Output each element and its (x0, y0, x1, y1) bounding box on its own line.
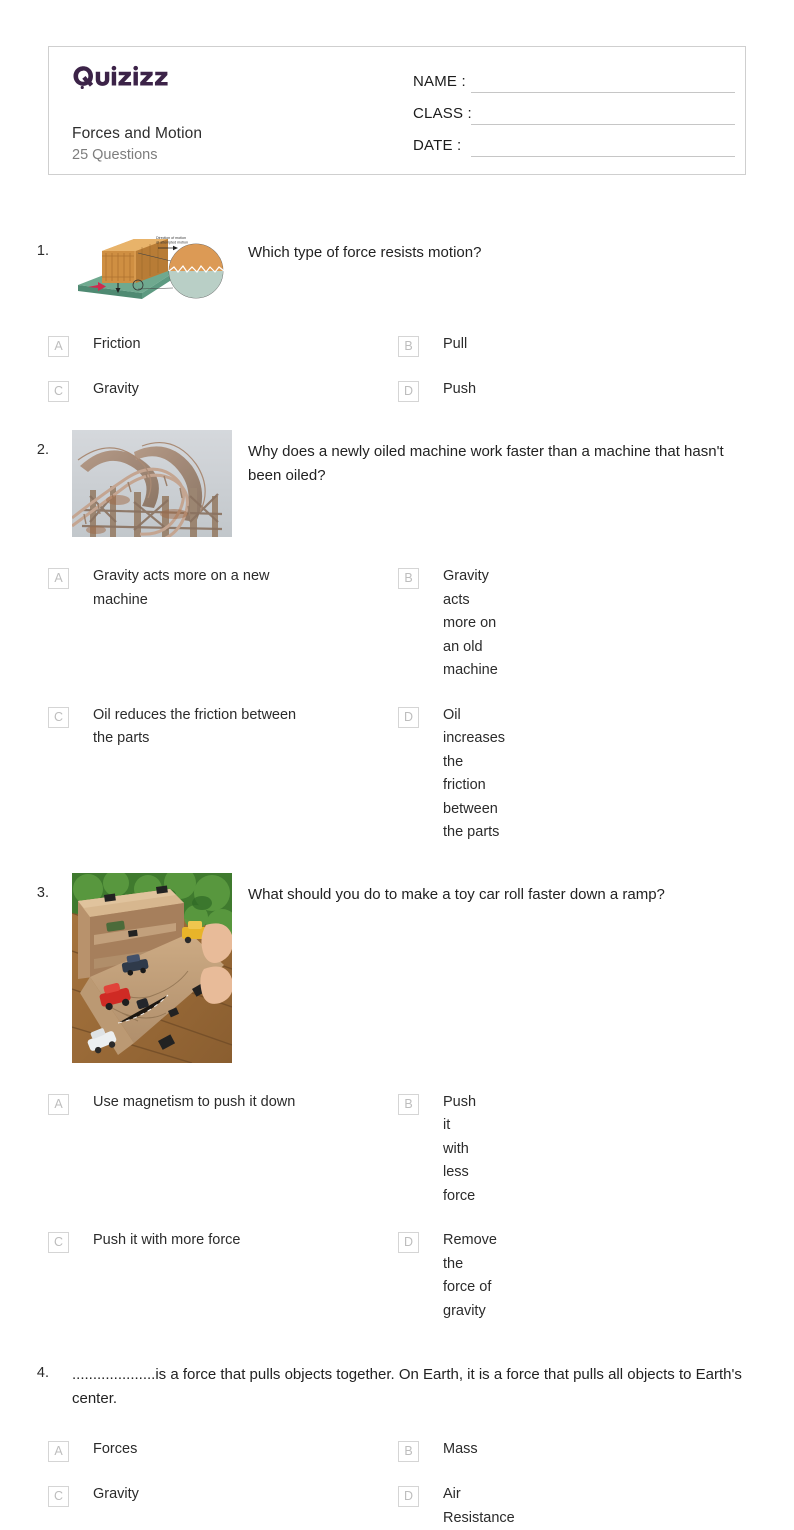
option-label: Oil increases the friction between the p… (443, 706, 506, 841)
header-left-section: Forces and Motion 25 Questions (61, 47, 406, 174)
option-label: Push (443, 381, 477, 397)
class-label: CLASS : (413, 105, 472, 122)
question-header: 1. Direction of motion or attempted moti… (0, 231, 794, 305)
class-input-line[interactable] (471, 102, 735, 125)
question-header: 3. What should you do to make a toy car … (0, 872, 794, 1063)
question-block: 1. Direction of motion or attempted moti… (0, 231, 794, 402)
option-label: Air Resistance (443, 1486, 515, 1526)
roller-coaster-photo-icon (72, 430, 232, 537)
option-label: Mass (443, 1441, 478, 1457)
option-letter-box: D (398, 1486, 419, 1507)
question-block: 3. What should you do to make a toy car … (0, 872, 794, 1324)
question-block: 2. Why does a newly oiled machine work f… (0, 430, 794, 845)
question-number: 2. (36, 442, 49, 458)
options-grid: A Forces B Mass C Gravity D Air Resistan… (0, 1438, 794, 1530)
name-label: NAME : (413, 73, 466, 90)
student-info-fields: NAME : CLASS : DATE : (413, 61, 735, 157)
options-row: A Friction B Pull (0, 333, 794, 357)
option-label: Remove the force of gravity (443, 1232, 497, 1319)
question-image (72, 430, 232, 537)
date-label: DATE : (413, 137, 462, 154)
option-label: Pull (443, 336, 468, 352)
options-grid: A Use magnetism to push it down B Push i… (0, 1091, 794, 1324)
question-image (72, 872, 232, 1063)
options-row: C Push it with more force D Remove the f… (0, 1229, 794, 1323)
question-number: 1. (36, 243, 49, 259)
class-field-row: CLASS : (413, 93, 735, 125)
option-letter-box: B (398, 336, 419, 357)
options-row: C Gravity D Air Resistance (0, 1483, 794, 1530)
svg-text:Direction of motion: Direction of motion (156, 236, 186, 240)
option-letter-box: D (398, 1232, 419, 1253)
option-b[interactable]: B Gravity acts more on an old machine (0, 565, 498, 683)
option-label: Push it with less force (443, 1093, 477, 1204)
options-row: A Gravity acts more on a new machine B G… (0, 565, 794, 683)
worksheet-header-card: Forces and Motion 25 Questions NAME : CL… (48, 46, 746, 175)
toy-car-ramp-photo-icon (72, 872, 232, 1063)
question-text: What should you do to make a toy car rol… (248, 885, 665, 903)
question-text: ....................is a force that pull… (72, 1366, 742, 1407)
options-row: C Oil reduces the friction between the p… (0, 704, 794, 845)
questions-list: 1. Direction of motion or attempted moti… (0, 231, 794, 1530)
quizizz-logo (72, 64, 172, 90)
question-text: Why does a newly oiled machine work fast… (248, 443, 724, 484)
date-input-line[interactable] (471, 134, 735, 157)
options-grid: A Gravity acts more on a new machine B G… (0, 565, 794, 845)
option-b[interactable]: B Push it with less force (0, 1091, 476, 1209)
option-b[interactable]: B Pull (0, 333, 467, 357)
option-letter-box: B (398, 1441, 419, 1462)
options-row: A Forces B Mass (0, 1438, 794, 1462)
option-b[interactable]: B Mass (0, 1438, 478, 1462)
quiz-question-count: 25 Questions (72, 147, 158, 163)
option-d[interactable]: D Oil increases the friction between the… (0, 704, 505, 845)
quizizz-logo-icon (73, 65, 168, 89)
question-image: Direction of motion or attempted motion (72, 231, 232, 305)
option-letter-box: B (398, 568, 419, 589)
quiz-title: Forces and Motion (72, 125, 203, 142)
option-d[interactable]: D Push (0, 378, 476, 402)
worksheet-page: Forces and Motion 25 Questions NAME : CL… (0, 0, 794, 1526)
svg-text:or attempted motion: or attempted motion (156, 241, 188, 245)
option-letter-box: D (398, 706, 419, 728)
friction-diagram-icon: Direction of motion or attempted motion (72, 231, 232, 305)
question-header: 2. Why does a newly oiled machine work f… (0, 430, 794, 537)
option-d[interactable]: D Air Resistance (0, 1483, 515, 1530)
options-row: A Use magnetism to push it down B Push i… (0, 1091, 794, 1209)
options-row: C Gravity D Push (0, 378, 794, 402)
name-field-row: NAME : (413, 61, 735, 93)
question-block: 4. ....................is a force that p… (0, 1353, 794, 1530)
option-d[interactable]: D Remove the force of gravity (0, 1229, 497, 1323)
name-input-line[interactable] (471, 70, 735, 93)
option-label: Gravity acts more on an old machine (443, 568, 498, 678)
option-letter-box: B (398, 1093, 419, 1115)
options-grid: A Friction B Pull C Gravity D Push (0, 333, 794, 402)
question-number: 4. (36, 1365, 49, 1381)
date-field-row: DATE : (413, 125, 735, 157)
option-letter-box: D (398, 381, 419, 402)
question-header: 4. ....................is a force that p… (0, 1353, 794, 1410)
question-number: 3. (36, 884, 49, 901)
question-text: Which type of force resists motion? (248, 244, 482, 261)
